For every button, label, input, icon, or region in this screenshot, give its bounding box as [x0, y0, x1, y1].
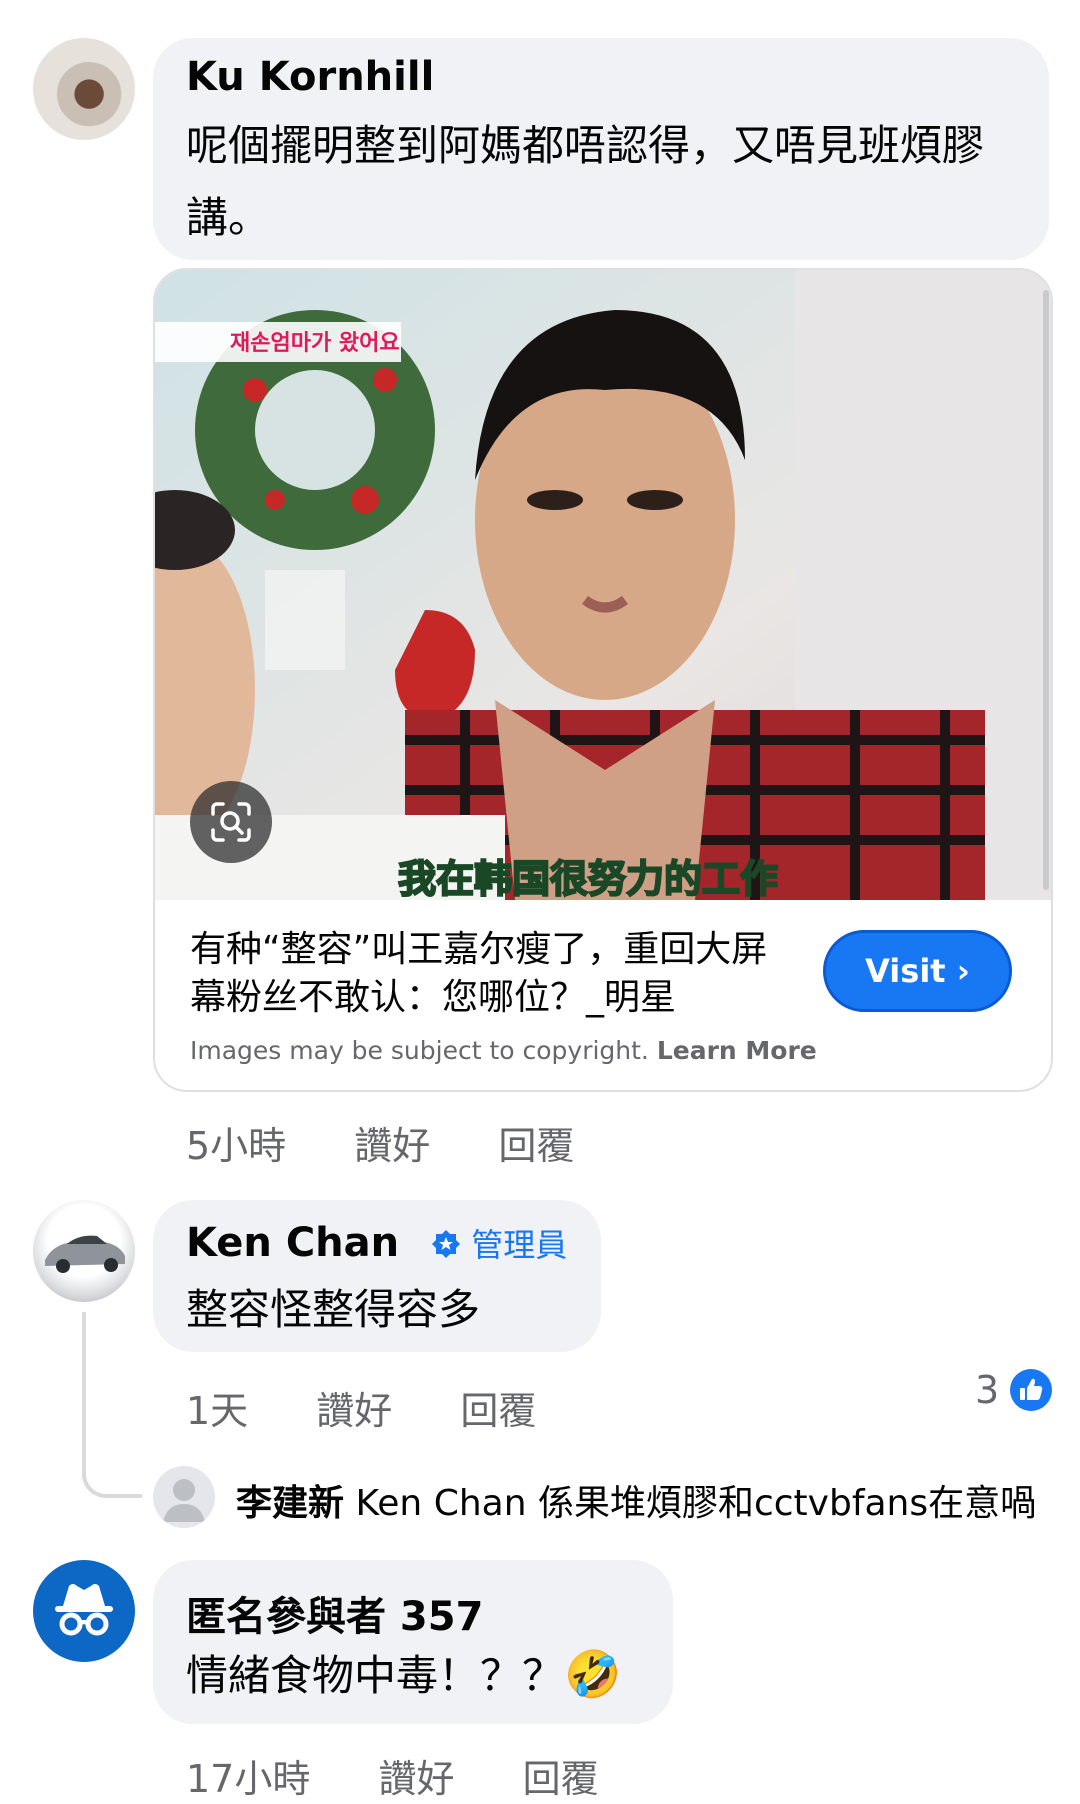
avatar-ken-chan[interactable]: [33, 1200, 135, 1302]
comment-time[interactable]: 1天: [186, 1389, 248, 1433]
incognito-icon: [55, 1584, 113, 1636]
visual-search-icon[interactable]: [190, 781, 272, 863]
comment-actions-1: 5小時 讚好 回覆: [186, 1115, 630, 1170]
comment-author[interactable]: Ku Kornhill: [186, 54, 434, 100]
avatar-anonymous[interactable]: [33, 1560, 135, 1662]
comment-text: 呢個擺明整到阿媽都唔認得，又唔見班煩膠講。: [186, 121, 985, 242]
thumbs-up-icon: [1010, 1369, 1053, 1411]
comment-text: 情緒食物中毒！？？: [186, 1651, 565, 1700]
comment-time[interactable]: 5小時: [186, 1124, 286, 1168]
scrollbar[interactable]: [1043, 290, 1049, 890]
comment-text-row: 情緒食物中毒！？？🤣: [186, 1638, 621, 1712]
rolling-laughing-emoji: 🤣: [564, 1647, 622, 1701]
visit-button[interactable]: Visit ›: [823, 930, 1012, 1012]
comment-actions-3: 17小時 讚好 回覆: [186, 1748, 655, 1803]
comment-author: Ken Chan 管理員: [186, 1220, 567, 1266]
link-headline[interactable]: 有种“整容”叫王嘉尔瘦了，重回大屏幕粉丝不敢认：您哪位？_明星: [190, 926, 790, 1022]
avatar-reply-user[interactable]: [153, 1466, 215, 1528]
like-button[interactable]: 讚好: [316, 1389, 392, 1433]
reply-button[interactable]: 回覆: [460, 1389, 536, 1433]
author-name[interactable]: Ken Chan: [186, 1220, 399, 1266]
admin-badge[interactable]: 管理員: [431, 1226, 567, 1264]
comment-time[interactable]: 17小時: [186, 1757, 310, 1801]
reply-text: Ken Chan 係果堆煩膠和cctvbfans在意喎: [355, 1483, 1037, 1524]
reply-button[interactable]: 回覆: [498, 1124, 574, 1168]
admin-badge-icon: [432, 1230, 461, 1258]
default-user-icon: [163, 1479, 205, 1522]
preview-image[interactable]: 재손엄마가 왔어요 我在韩国很努力的工作: [155, 270, 1051, 900]
learn-more-link[interactable]: Learn More: [657, 1036, 817, 1065]
korean-tag-text: 재손엄마가 왔어요: [230, 331, 400, 356]
like-button[interactable]: 讚好: [354, 1124, 430, 1168]
comment-actions-2: 1天 讚好 回覆: [186, 1380, 592, 1435]
reply-thread-line: [82, 1312, 142, 1498]
reply-author[interactable]: 李建新: [236, 1483, 344, 1524]
car-icon: [45, 1235, 125, 1273]
admin-badge-label: 管理員: [471, 1226, 568, 1264]
avatar-ku-kornhill[interactable]: [33, 38, 135, 140]
comment-text: 整容怪整得容多: [186, 1285, 481, 1334]
reply-button[interactable]: 回覆: [523, 1757, 599, 1801]
copyright-notice-row: Images may be subject to copyright. Lear…: [190, 1036, 817, 1065]
like-button[interactable]: 讚好: [378, 1757, 454, 1801]
reaction-summary[interactable]: 3: [975, 1368, 1053, 1412]
image-caption-text: 我在韩国很努力的工作: [398, 857, 778, 900]
reaction-count: 3: [975, 1368, 1000, 1412]
comment-author[interactable]: 匿名參與者 357: [186, 1584, 483, 1642]
reply-preview[interactable]: 李建新 Ken Chan 係果堆煩膠和cctvbfans在意喎: [236, 1474, 1036, 1526]
copyright-notice: Images may be subject to copyright.: [190, 1036, 649, 1065]
